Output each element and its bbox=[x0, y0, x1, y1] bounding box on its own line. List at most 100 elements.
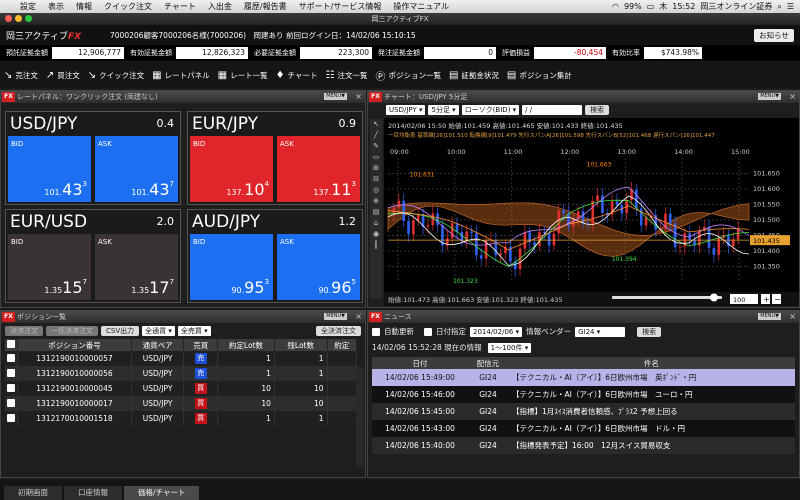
rate-panel-button[interactable]: ▦ レートパネル bbox=[152, 70, 209, 81]
search-icon[interactable]: ⌕ bbox=[777, 2, 781, 12]
currency-filter[interactable]: 全通貨 ▾ bbox=[142, 326, 175, 336]
select-all-checkbox[interactable] bbox=[7, 340, 16, 348]
table-row[interactable]: 1312170010001518 USD/JPY 買 1 1 bbox=[5, 411, 357, 426]
settle-order-button[interactable]: 決済注文 bbox=[5, 326, 43, 336]
ask-button[interactable]: ASK 137.113 bbox=[277, 136, 360, 202]
close-icon[interactable]: × bbox=[355, 92, 362, 101]
battery-label[interactable]: 99% bbox=[624, 2, 642, 11]
chart-type-select[interactable]: ローソク(BID) ▾ bbox=[461, 105, 520, 115]
position-list-button[interactable]: Ⓟ ポジション一覧 bbox=[375, 68, 441, 83]
positions-col-header[interactable]: 約定 bbox=[327, 339, 357, 351]
list-icon[interactable]: ☰ bbox=[787, 2, 794, 11]
side-filter[interactable]: 全売買 ▾ bbox=[177, 326, 211, 336]
menu-item[interactable]: 設定 bbox=[14, 1, 42, 12]
list-item[interactable]: 14/02/06 15:40:00 GI24 【指標発表予定】16:00 12月スイ… bbox=[372, 437, 795, 454]
news-col-date[interactable]: 日付 bbox=[372, 358, 468, 369]
buy-order-button[interactable]: ↗ 買注文 bbox=[46, 70, 80, 81]
zoom-slider-track[interactable] bbox=[612, 296, 722, 299]
ask-button[interactable]: ASK 90.965 bbox=[277, 234, 360, 300]
clock-day[interactable]: 木 bbox=[659, 1, 667, 12]
menu-item[interactable]: 情報 bbox=[70, 1, 98, 12]
chart-search-button[interactable]: 検索 bbox=[585, 105, 610, 115]
notice-button[interactable]: お知らせ bbox=[754, 29, 794, 42]
chart-date-input[interactable]: / / bbox=[522, 105, 583, 115]
positions-scrollbar[interactable] bbox=[356, 367, 364, 467]
list-item[interactable]: 14/02/06 15:43:00 GI24 【テクニカル・AI（アイ）】6日欧州市… bbox=[372, 420, 795, 437]
close-icon[interactable]: × bbox=[355, 312, 362, 321]
positions-col-header[interactable]: ポジション番号 bbox=[17, 339, 132, 351]
list-item[interactable]: 14/02/06 15:46:00 GI24 【テクニカル・AI（アイ）】6日欧州市… bbox=[372, 386, 795, 403]
sell-order-button[interactable]: ↘ 売注文 bbox=[4, 70, 38, 81]
menu-item[interactable]: 操作マニュアル bbox=[387, 1, 455, 12]
tab-2[interactable]: 価格/チャート bbox=[124, 486, 200, 500]
zoom-window-button[interactable] bbox=[25, 15, 32, 22]
chart-tools-icon[interactable]: ↖ ╱ ✎ ▭ ⊞ ⊟ ◎ ⊕ ▤ ⌂ ◉ ┃ bbox=[370, 119, 382, 251]
news-search-button[interactable]: 検索 bbox=[637, 326, 662, 337]
order-list-button[interactable]: ☷ 注文一覧 bbox=[325, 70, 367, 81]
row-checkbox[interactable] bbox=[7, 353, 16, 362]
select-all-col[interactable] bbox=[5, 339, 19, 351]
table-row[interactable]: 1312190010000017 USD/JPY 買 10 10 bbox=[5, 396, 357, 411]
positions-col-header[interactable]: 約定Lot数 bbox=[217, 339, 275, 351]
chart-canvas[interactable]: 2014/02/06 15:50 始値:101.459 高値:101.465 安… bbox=[384, 118, 799, 306]
wifi-icon[interactable]: ◠ bbox=[612, 2, 619, 11]
close-icon[interactable]: × bbox=[789, 312, 796, 321]
menu-item[interactable]: 履歴/報告書 bbox=[238, 1, 293, 12]
settle-all-button[interactable]: 全決済注文 bbox=[316, 326, 361, 336]
candle-body bbox=[615, 201, 619, 206]
positions-col-header[interactable]: 売買 bbox=[183, 339, 219, 351]
news-range-select[interactable]: 1〜100件 ▾ bbox=[487, 342, 532, 353]
tab-1[interactable]: 口座情報 bbox=[64, 486, 122, 500]
x-tick-label: 09:00 bbox=[390, 148, 409, 156]
auto-update-checkbox[interactable] bbox=[372, 327, 380, 336]
bulk-settle-button[interactable]: 一括決済注文 bbox=[46, 326, 98, 336]
news-date-input[interactable]: 2014/02/06 ▾ bbox=[470, 326, 523, 337]
bid-button[interactable]: BID 1.35157 bbox=[8, 234, 91, 300]
chart-button[interactable]: ♦ チャート bbox=[276, 70, 318, 81]
news-col-subject[interactable]: 件名 bbox=[508, 358, 795, 369]
quick-order-button[interactable]: ↘ クイック注文 bbox=[88, 70, 144, 81]
margin-status-button[interactable]: ▤ 証拠金状況 bbox=[449, 70, 499, 81]
tab-0[interactable]: 初期画面 bbox=[4, 486, 62, 500]
position-summary-button[interactable]: ▤ ポジション集計 bbox=[507, 70, 572, 81]
news-menu-button[interactable]: MENU▼ bbox=[758, 313, 781, 320]
bid-button[interactable]: BID 137.104 bbox=[190, 136, 273, 202]
clock-time[interactable]: 15:52 bbox=[672, 2, 695, 11]
minimize-window-button[interactable] bbox=[15, 15, 22, 22]
close-window-button[interactable] bbox=[5, 15, 12, 22]
row-checkbox[interactable] bbox=[7, 368, 16, 377]
ask-button[interactable]: ASK 101.437 bbox=[95, 136, 178, 202]
menu-item[interactable]: チャート bbox=[158, 1, 202, 12]
zoom-slider-handle[interactable] bbox=[710, 293, 718, 302]
pair-select[interactable]: USD/JPY ▾ bbox=[386, 105, 426, 115]
bid-button[interactable]: BID 90.953 bbox=[190, 234, 273, 300]
csv-export-button[interactable]: CSV出力 bbox=[101, 326, 140, 336]
rate-panel-menu-button[interactable]: MENU▼ bbox=[324, 93, 347, 100]
menu-item[interactable]: 入出金 bbox=[202, 1, 238, 12]
close-icon[interactable]: × bbox=[789, 92, 796, 101]
row-checkbox[interactable] bbox=[7, 383, 16, 392]
battery-icon[interactable]: ▭ bbox=[647, 2, 655, 11]
vendor-select[interactable]: GI24 ▾ bbox=[575, 326, 626, 337]
table-row[interactable]: 1312190010000056 USD/JPY 売 1 1 bbox=[5, 366, 357, 381]
row-checkbox[interactable] bbox=[7, 398, 16, 407]
ask-button[interactable]: ASK 1.35177 bbox=[95, 234, 178, 300]
interval-select[interactable]: 5分足 ▾ bbox=[428, 105, 459, 115]
menu-item[interactable]: クイック注文 bbox=[98, 1, 158, 12]
news-col-source[interactable]: 配信元 bbox=[468, 358, 508, 369]
menu-item[interactable]: サポート/サービス情報 bbox=[293, 1, 388, 12]
table-row[interactable]: 1312190010000045 USD/JPY 買 10 10 bbox=[5, 381, 357, 396]
app-name[interactable]: 岡三オンライン証券 bbox=[700, 1, 772, 12]
menu-item[interactable]: 表示 bbox=[42, 1, 70, 12]
positions-col-header[interactable]: 通貨ペア bbox=[131, 339, 185, 351]
rate-list-button[interactable]: ▦ レート一覧 bbox=[218, 70, 268, 81]
table-row[interactable]: 1312190010000057 USD/JPY 売 1 1 bbox=[5, 351, 357, 366]
date-spec-checkbox[interactable] bbox=[424, 327, 432, 336]
bid-button[interactable]: BID 101.433 bbox=[8, 136, 91, 202]
positions-menu-button[interactable]: MENU▼ bbox=[324, 313, 347, 320]
chart-menu-button[interactable]: MENU▼ bbox=[758, 93, 781, 100]
list-item[interactable]: 14/02/06 15:45:00 GI24 【指標】1月ｽｲｽ消費者信頼感、ﾌﾟﾗ… bbox=[372, 403, 795, 420]
row-checkbox[interactable] bbox=[7, 413, 16, 422]
list-item[interactable]: 14/02/06 15:49:00 GI24 【テクニカル・AI（アイ）】6日欧州市… bbox=[372, 369, 795, 386]
positions-col-header[interactable]: 残Lot数 bbox=[274, 339, 328, 351]
